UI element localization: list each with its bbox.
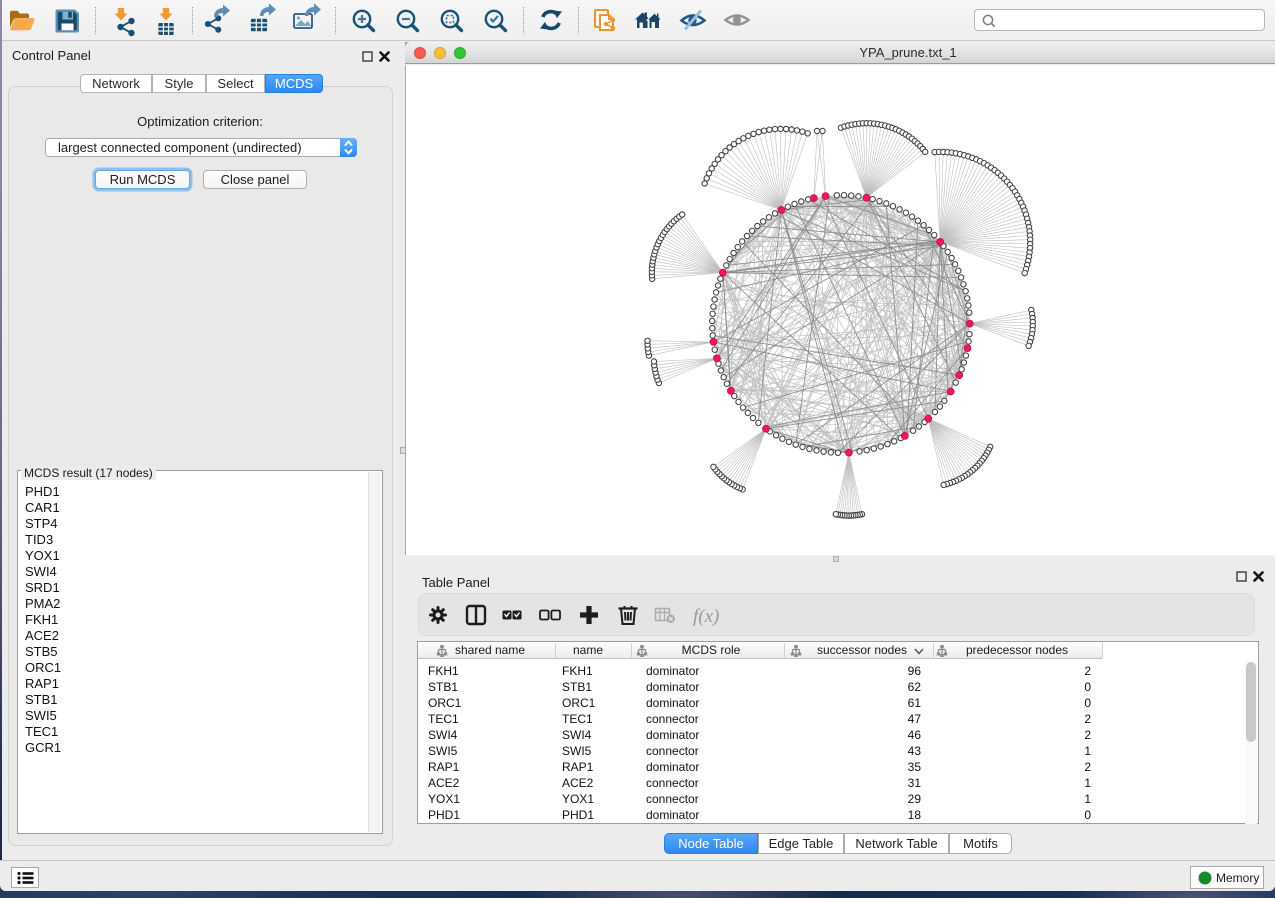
- svg-text:f(x): f(x): [693, 606, 719, 627]
